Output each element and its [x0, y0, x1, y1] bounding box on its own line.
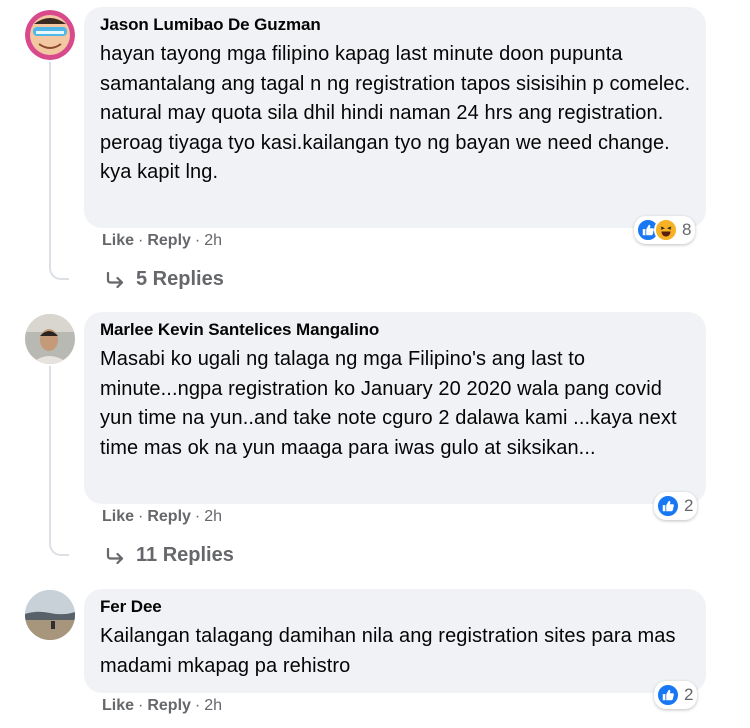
comment-timestamp[interactable]: 2h — [204, 697, 222, 715]
comment-author[interactable]: Jason Lumibao De Guzman — [100, 15, 692, 35]
comment-bubble: Jason Lumibao De Guzman hayan tayong mga… — [84, 7, 706, 228]
avatar[interactable] — [25, 10, 75, 60]
comment-bubble: Marlee Kevin Santelices Mangalino Masabi… — [84, 312, 706, 504]
comment-author[interactable]: Marlee Kevin Santelices Mangalino — [100, 320, 692, 340]
reaction-count: 2 — [684, 496, 694, 515]
reactions-summary[interactable]: 2 — [654, 492, 698, 520]
comment-text: Masabi ko ugali ng talaga ng mga Filipin… — [100, 348, 677, 459]
separator-dot: · — [194, 232, 201, 249]
reply-button[interactable]: Reply — [147, 508, 191, 526]
reactions-summary[interactable]: 8 — [634, 216, 696, 244]
reply-button[interactable]: Reply — [147, 232, 191, 250]
comment-author[interactable]: Fer Dee — [100, 597, 692, 617]
comment-text: hayan tayong mga filipino kapag last min… — [100, 43, 691, 183]
reaction-count: 2 — [684, 685, 694, 704]
replies-count-label: 11 Replies — [136, 544, 234, 566]
comment-actions: Like · Reply · 2h — [102, 697, 222, 715]
like-button[interactable]: Like — [102, 697, 134, 715]
reply-arrow-icon — [106, 271, 124, 288]
like-icon — [656, 683, 680, 707]
comment-text: Kailangan talagang damihan nila ang regi… — [100, 625, 676, 677]
reactions-summary[interactable]: 2 — [654, 681, 698, 709]
reaction-count: 8 — [682, 220, 692, 239]
thread-line — [49, 366, 51, 540]
like-icon — [656, 494, 680, 518]
thread-elbow — [49, 540, 69, 556]
separator-dot: · — [138, 697, 144, 714]
like-button[interactable]: Like — [102, 232, 134, 250]
separator-dot: · — [138, 508, 144, 525]
separator-dot: · — [194, 508, 201, 525]
reply-arrow-icon — [106, 547, 124, 564]
haha-icon — [654, 218, 678, 242]
avatar[interactable] — [25, 314, 75, 364]
comment-timestamp[interactable]: 2h — [204, 508, 222, 526]
comment-timestamp[interactable]: 2h — [204, 232, 222, 250]
reply-button[interactable]: Reply — [147, 697, 191, 715]
separator-dot: · — [138, 232, 144, 249]
view-replies-button[interactable]: 11 Replies — [106, 544, 234, 567]
separator-dot: · — [194, 697, 201, 714]
avatar[interactable] — [25, 590, 75, 640]
view-replies-button[interactable]: 5 Replies — [106, 268, 224, 291]
comment-actions: Like · Reply · 2h — [102, 232, 222, 250]
thread-line — [49, 62, 51, 264]
thread-elbow — [49, 264, 69, 280]
comment-actions: Like · Reply · 2h — [102, 508, 222, 526]
replies-count-label: 5 Replies — [136, 268, 224, 290]
like-button[interactable]: Like — [102, 508, 134, 526]
comment-bubble: Fer Dee Kailangan talagang damihan nila … — [84, 589, 706, 693]
